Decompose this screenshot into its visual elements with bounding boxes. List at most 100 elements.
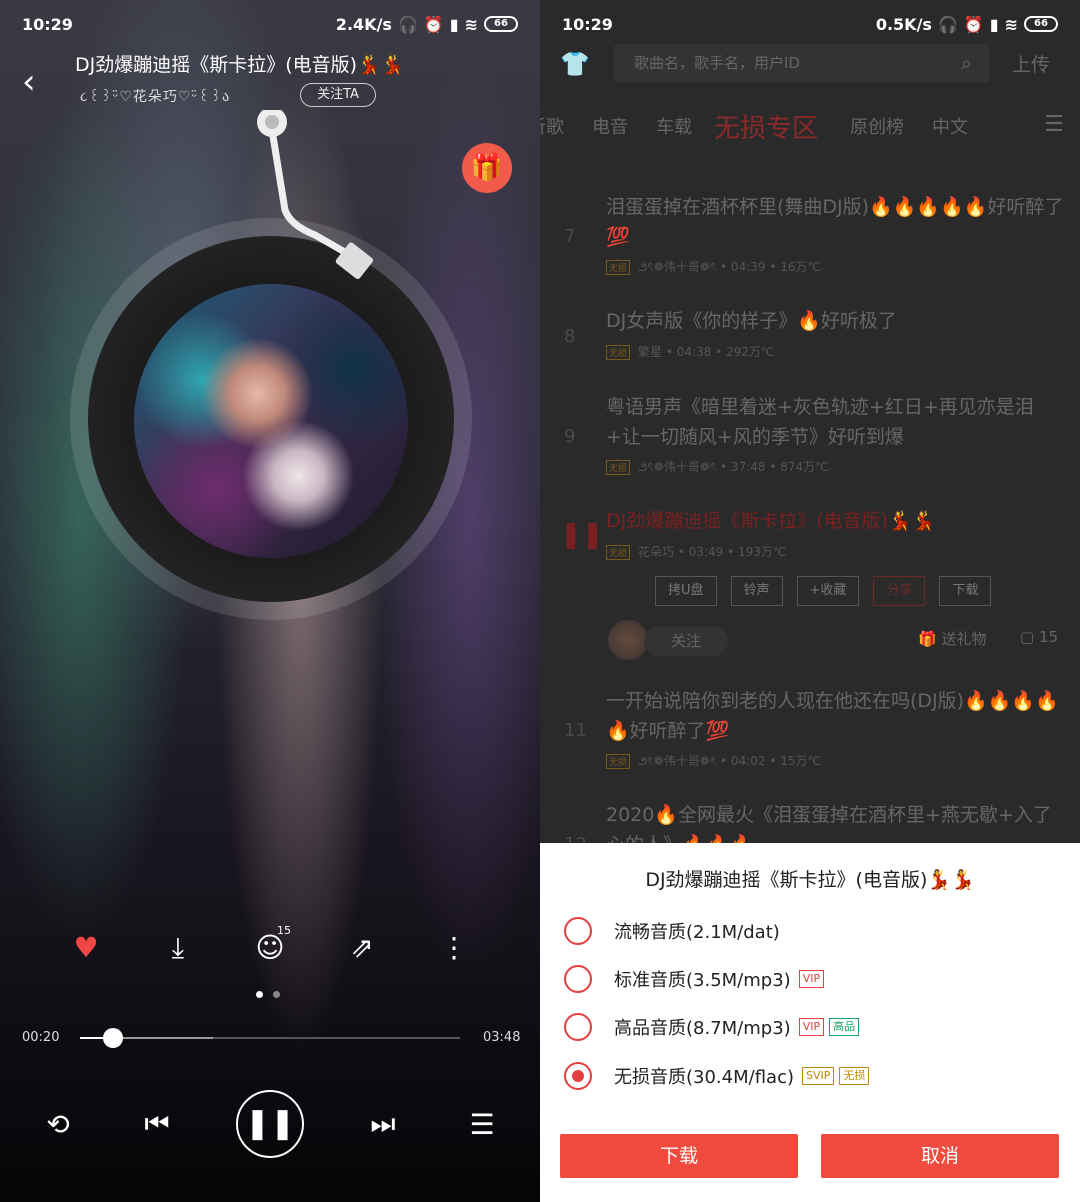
song-rank: 9 xyxy=(564,426,576,447)
like-heart-icon[interactable]: ♥ xyxy=(63,925,109,971)
ringtone-button[interactable]: 铃声 xyxy=(730,576,783,606)
song-actions: 拷U盘 铃声 +收藏 分享 下载 xyxy=(655,576,992,606)
vip-badge: VIP xyxy=(798,970,825,988)
quality-option-lossless[interactable]: 无损音质(30.4M/flac) SVIP 无损 xyxy=(564,1061,1064,1091)
status-time: 10:29 xyxy=(562,14,613,34)
search-input[interactable]: 歌曲名，歌手名，用户ID ⌕ xyxy=(614,44,990,82)
song-title: DJ女声版《你的样子》🔥好听极了 xyxy=(606,310,897,332)
category-tabs: 听歌 电音 车载 无损专区 原创榜 中文 xyxy=(540,106,1080,146)
hq-badge: 高品 xyxy=(829,1018,860,1036)
send-gift-button[interactable]: 🎁 送礼物 xyxy=(918,628,986,649)
pause-icon[interactable]: ❚❚ xyxy=(560,520,604,550)
music-list-screen: 10:29 0.5K/s 🎧 ⏰ ▮ ≋ 66 👕 歌曲名，歌手名，用户ID ⌕… xyxy=(540,0,1080,1202)
follow-button[interactable]: 关注 xyxy=(644,626,728,656)
network-speed: 0.5K/s xyxy=(875,14,932,34)
lossless-badge: 无损 xyxy=(839,1067,870,1085)
radio-button[interactable] xyxy=(564,1013,592,1041)
uploader-name[interactable]: ૮꒰꒱ᵕ̈♡花朵巧♡ᵕ̈꒰꒱ა xyxy=(80,86,230,106)
follow-button[interactable]: 关注TA xyxy=(300,83,376,107)
option-label: 无损音质(30.4M/flac) xyxy=(614,1067,794,1088)
song-rank: 11 xyxy=(564,720,587,741)
upload-button[interactable]: 上传 xyxy=(1012,50,1050,77)
sheet-title: DJ劲爆蹦迪摇《斯卡拉》(电音版)💃💃 xyxy=(645,869,975,891)
radio-button-selected[interactable] xyxy=(564,1062,592,1090)
option-label: 流畅音质(2.1M/dat) xyxy=(614,922,780,943)
song-rank: 7 xyxy=(564,226,576,247)
song-meta: 无损 繁星 • 04:38 • 292万℃ xyxy=(606,343,774,360)
progress-knob[interactable] xyxy=(103,1028,124,1048)
avatar[interactable] xyxy=(608,620,648,660)
signal-icon: ▮ xyxy=(989,14,999,34)
song-title: DJ劲爆蹦迪摇《斯卡拉》(电音版)💃💃 xyxy=(75,54,405,76)
cancel-button[interactable]: 取消 xyxy=(821,1134,1059,1178)
send-gift-label: 送礼物 xyxy=(941,630,987,648)
network-speed: 2.4K/s xyxy=(335,14,392,34)
song-title: 粤语男声《暗里着迷+灰色轨迹+红日+再见亦是泪+让一切随风+风的季节》好听到爆 xyxy=(606,396,1034,448)
tab-chezai[interactable]: 车载 xyxy=(656,113,692,139)
search-placeholder: 歌曲名，歌手名，用户ID xyxy=(634,54,800,72)
tonearm xyxy=(257,110,373,280)
tab-dianyin[interactable]: 电音 xyxy=(592,113,628,139)
song-meta: 无损 ౨ৎ❁伟十哥❁ৎ • 04:39 • 16万℃ xyxy=(606,258,821,279)
lossless-tag: 无损 xyxy=(606,460,631,475)
wifi-icon: ≋ xyxy=(464,14,478,34)
comment-icon: ▢ xyxy=(1020,628,1035,646)
song-meta: 无损 ౨ৎ❁伟十哥❁ৎ • 04:02 • 15万℃ xyxy=(606,752,821,773)
tab-wusun[interactable]: 无损专区 xyxy=(714,108,818,145)
song-title: 一开始说陪你到老的人现在他还在吗(DJ版)🔥🔥🔥🔥🔥好听醉了💯 xyxy=(606,690,1059,742)
share-icon[interactable]: ⇗ xyxy=(339,925,385,971)
gift-icon: 🎁 xyxy=(918,630,937,648)
status-time: 10:29 xyxy=(22,14,73,34)
quality-option-smooth[interactable]: 流畅音质(2.1M/dat) xyxy=(564,916,1064,946)
song-meta-text: ౨ৎ❁伟十哥❁ৎ • 04:39 • 16万℃ xyxy=(638,260,821,274)
song-meta-text: 花朵巧 • 03:49 • 193万℃ xyxy=(638,545,787,559)
download-icon[interactable]: ⤓ xyxy=(155,925,201,971)
tabs-menu-icon[interactable]: ☰ xyxy=(1044,112,1064,137)
comment-icon[interactable]: ☺ 15 xyxy=(247,925,293,971)
page-dot xyxy=(273,991,280,998)
repeat-icon[interactable]: ⟲ xyxy=(38,1108,78,1141)
current-time: 00:20 xyxy=(22,1030,60,1045)
song-action-bar: ♥ ⤓ ☺ 15 ⇗ ⋮ xyxy=(0,925,540,971)
total-time: 03:48 xyxy=(483,1030,521,1045)
uploader-row: 关注 🎁 送礼物 ▢ 15 xyxy=(608,620,1078,660)
copy-usb-button[interactable]: 拷U盘 xyxy=(655,576,717,606)
pause-button[interactable]: ❚❚ xyxy=(236,1090,304,1158)
player-screen: 10:29 2.4K/s 🎧 ⏰ ▮ ≋ 66 ‹ DJ劲爆蹦迪摇《斯卡拉》(电… xyxy=(0,0,540,1202)
progress-track[interactable] xyxy=(80,1037,460,1039)
playlist-icon[interactable]: ☰ xyxy=(462,1108,502,1141)
download-button[interactable]: 下载 xyxy=(560,1134,798,1178)
more-icon[interactable]: ⋮ xyxy=(431,925,477,971)
shirt-icon[interactable]: 👕 xyxy=(560,50,590,78)
headphone-icon: 🎧 xyxy=(937,14,958,34)
quality-option-high[interactable]: 高品音质(8.7M/mp3) VIP 高品 xyxy=(564,1012,1064,1042)
battery-icon: 66 xyxy=(484,16,518,32)
collect-button[interactable]: +收藏 xyxy=(796,576,860,606)
alarm-icon: ⏰ xyxy=(423,14,444,34)
headphone-icon: 🎧 xyxy=(397,14,418,34)
gift-icon[interactable]: 🎁 xyxy=(462,143,512,193)
quality-option-standard[interactable]: 标准音质(3.5M/mp3) VIP xyxy=(564,964,1064,994)
radio-button[interactable] xyxy=(564,965,592,993)
page-indicator xyxy=(256,991,280,998)
radio-button[interactable] xyxy=(564,917,592,945)
comment-button[interactable]: ▢ 15 xyxy=(1020,628,1058,646)
back-icon[interactable]: ‹ xyxy=(22,64,50,100)
search-icon[interactable]: ⌕ xyxy=(961,44,972,82)
share-button[interactable]: 分享 xyxy=(873,576,926,606)
next-icon[interactable]: ⏭ xyxy=(363,1107,403,1141)
song-title: 泪蛋蛋掉在酒杯杯里(舞曲DJ版)🔥🔥🔥🔥🔥好听醉了💯 xyxy=(606,196,1064,248)
comment-count: 15 xyxy=(277,924,291,937)
status-bar: 10:29 0.5K/s 🎧 ⏰ ▮ ≋ 66 xyxy=(540,0,1080,48)
download-button[interactable]: 下载 xyxy=(939,576,992,606)
option-label: 标准音质(3.5M/mp3) xyxy=(614,970,791,991)
status-bar: 10:29 2.4K/s 🎧 ⏰ ▮ ≋ 66 xyxy=(0,0,540,48)
lossless-tag: 无损 xyxy=(606,345,631,360)
tab-ting[interactable]: 听歌 xyxy=(540,113,564,139)
previous-icon[interactable]: ⏮ xyxy=(137,1107,177,1141)
tab-yuanchuang[interactable]: 原创榜 xyxy=(850,113,904,139)
battery-icon: 66 xyxy=(1024,16,1058,32)
tab-zhongwen[interactable]: 中文 xyxy=(932,113,968,139)
search-row: 👕 歌曲名，歌手名，用户ID ⌕ 上传 xyxy=(540,44,1080,84)
wifi-icon: ≋ xyxy=(1004,14,1018,34)
